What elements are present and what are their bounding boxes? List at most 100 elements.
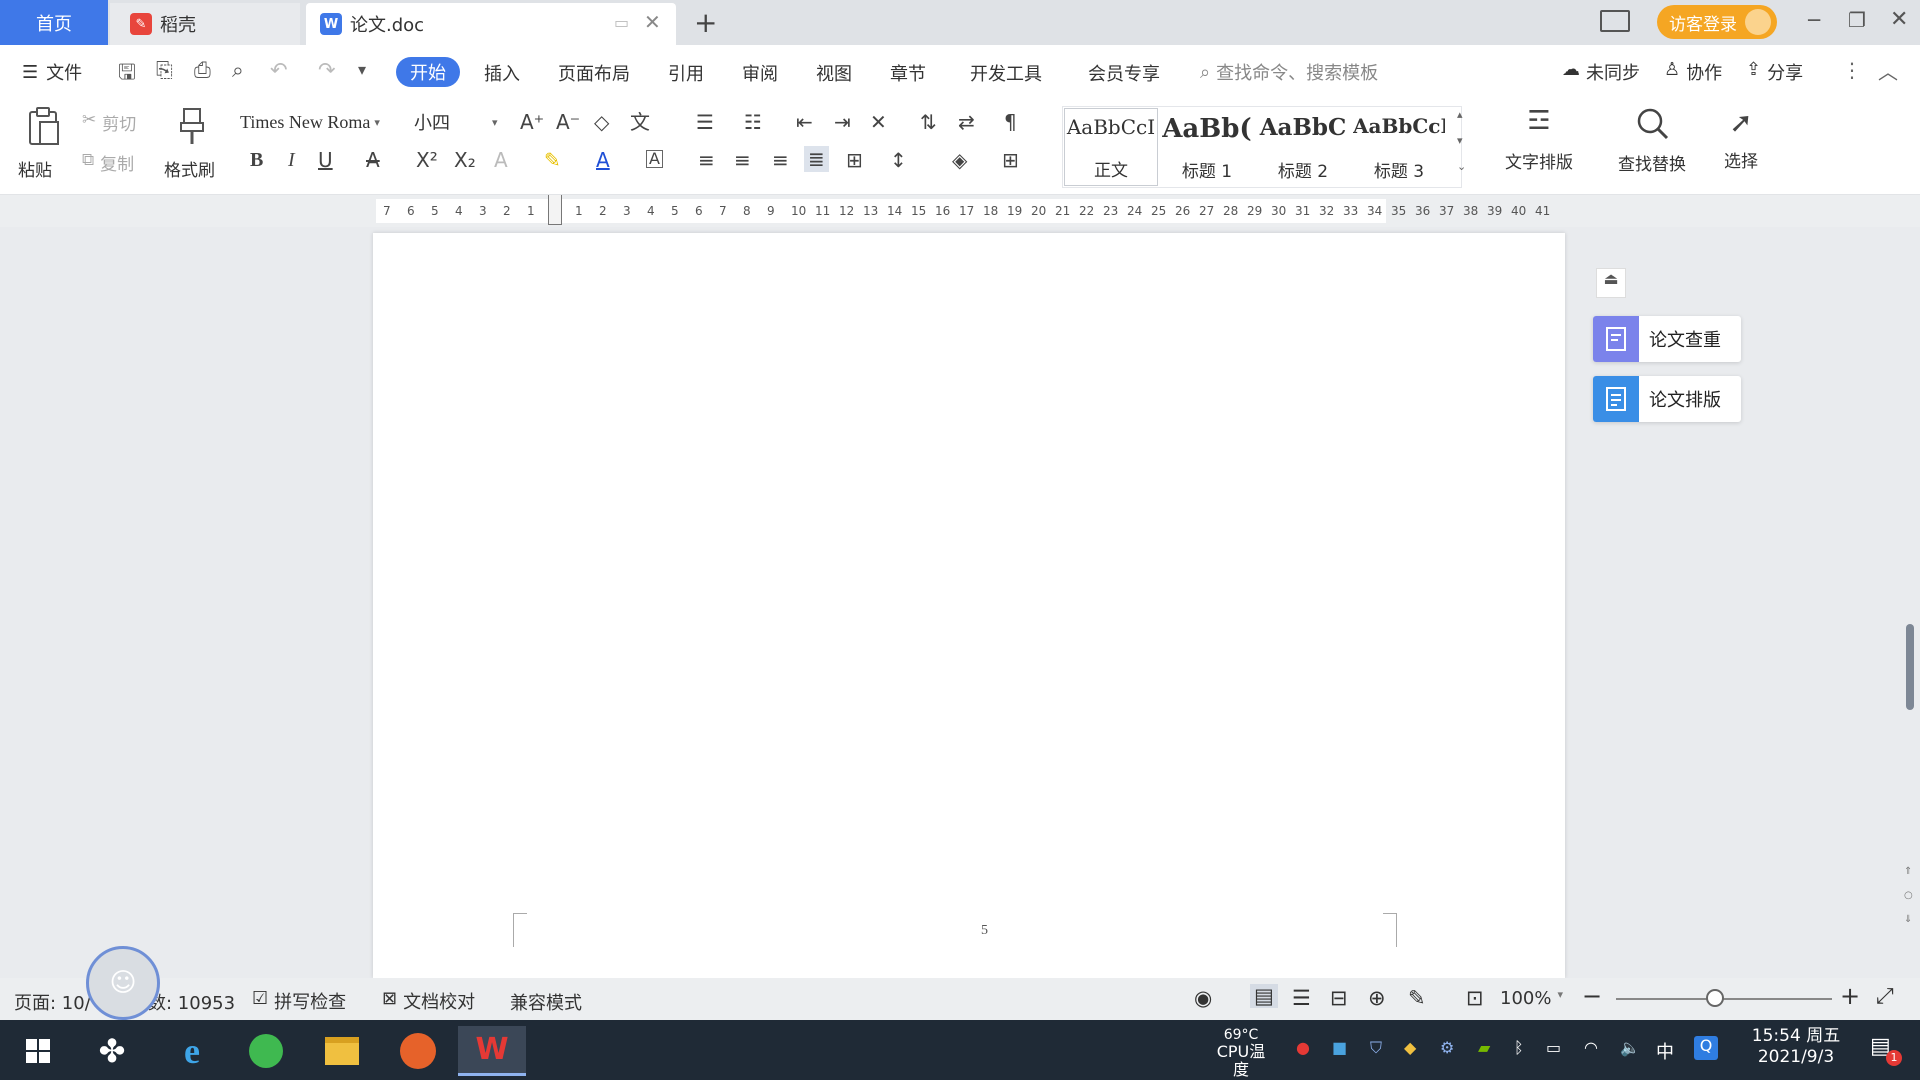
font-color-icon[interactable]: A [596,150,610,170]
shading-icon[interactable]: ◈ [952,150,967,170]
italic-icon[interactable]: I [288,150,295,170]
thesis-format-button[interactable]: 论文排版 [1593,376,1741,422]
web-view-icon[interactable]: ⊕ [1368,986,1386,1010]
numbered-list-icon[interactable]: ☷ [744,112,762,132]
text-layout-button[interactable]: ☲ 文字排版 [1494,106,1584,186]
style-heading-3[interactable]: AaBbCcI 标题 3 [1352,108,1446,186]
align-left-icon[interactable]: ≡ [698,150,715,170]
print-preview-icon[interactable]: ⌕ [232,58,244,83]
wifi-icon[interactable]: ◠ [1584,1038,1598,1057]
file-menu[interactable]: ☰ 文件 [22,59,82,85]
tray-settings-icon[interactable]: ⚙ [1440,1038,1454,1057]
battery-icon[interactable]: ▭ [1546,1038,1561,1057]
select-browse-icon[interactable]: ○ [1904,890,1913,901]
tab-home[interactable]: 首页 [0,0,108,45]
indent-marker-icon[interactable] [548,195,562,225]
tab-start[interactable]: 开始 [396,57,460,87]
align-center-icon[interactable]: ≡ [734,150,751,170]
bluetooth-icon[interactable]: ᛒ [1514,1038,1524,1057]
collab-button[interactable]: ♙ 协作 [1664,59,1722,85]
tray-antivirus-icon[interactable]: ● [1296,1038,1310,1057]
distributed-icon[interactable]: ⊞ [846,150,863,170]
horizontal-ruler[interactable]: 7 6 5 4 3 2 1 1 2 3 4 5 6 7 8 9 10 11 12 13 14 15 16 17 18 19 20 21… [0,195,1920,227]
line-spacing-icon[interactable]: ↕ [890,150,907,170]
sort-icon[interactable]: ⇅ [920,112,937,132]
style-heading-1[interactable]: AaBb( 标题 1 [1160,108,1254,186]
taskbar-app-ie[interactable]: e [158,1026,226,1076]
select-button[interactable]: ➚ 选择 [1706,106,1776,186]
font-size-select[interactable]: 小四 ▾ [414,108,510,136]
underline-icon[interactable]: U [318,150,333,170]
minimize-icon[interactable]: ─ [1808,8,1820,32]
bold-icon[interactable]: B [250,150,263,170]
style-heading-2[interactable]: AaBbC 标题 2 [1256,108,1350,186]
grow-font-icon[interactable]: A⁺ [520,112,544,132]
fit-page-icon[interactable]: ⊡ [1466,986,1484,1010]
fullscreen-icon[interactable]: ⤢ [1876,984,1894,1009]
next-page-icon[interactable]: ⇓ [1904,914,1912,925]
tab-review[interactable]: 审阅 [742,60,778,86]
save-icon[interactable]: 🖫 [118,58,136,93]
restore-icon[interactable]: ❐ [1848,8,1866,32]
command-search[interactable]: ⌕ 查找命令、搜索模板 [1200,59,1378,85]
tray-q-icon[interactable]: Q [1694,1036,1718,1060]
clear-format-icon[interactable]: ◇ [594,112,609,132]
clock[interactable]: 15:54 周五 2021/9/3 [1748,1026,1844,1069]
zoom-slider-thumb[interactable] [1706,989,1724,1007]
outline-view-icon[interactable]: ☰ [1292,986,1311,1010]
spell-check-button[interactable]: ☑ 拼写检查 [252,988,346,1014]
customize-chevron-icon[interactable]: ▾ [358,60,366,79]
page-info[interactable]: 页面: 10/ [14,989,91,1015]
copy-button[interactable]: ⧉ 复制 [82,150,134,175]
start-button[interactable] [4,1026,72,1076]
assistant-avatar[interactable]: ☺ [86,946,160,1020]
char-border-icon[interactable]: A [646,150,663,168]
cpu-temp-widget[interactable]: 69°C CPU温度 [1216,1027,1266,1079]
page-view-icon[interactable]: ▤ [1250,984,1278,1008]
more-icon[interactable]: ⋮ [1842,58,1862,82]
strikethrough-icon[interactable]: A [366,150,380,170]
tab-developer[interactable]: 开发工具 [970,60,1042,86]
login-button[interactable]: 访客登录 [1657,5,1777,39]
decrease-indent-icon[interactable]: ⇤ [796,112,813,132]
close-tab-icon[interactable]: ✕ [644,10,661,34]
print-icon[interactable]: ⎙ [194,58,211,83]
superscript-icon[interactable]: X² [416,150,438,170]
borders-icon[interactable]: ⊞ [1002,150,1019,170]
styles-scroll-down-icon[interactable]: ▾ [1457,134,1463,147]
styles-expand-icon[interactable]: ⌄ [1457,160,1466,173]
ime-indicator[interactable]: 中 [1656,1038,1674,1064]
format-painter-button[interactable]: 格式刷 [162,106,222,186]
document-page[interactable]: 5 [373,233,1565,978]
reading-view-icon[interactable]: ⊟ [1330,986,1348,1010]
tab-view[interactable]: 视图 [816,60,852,86]
tab-references[interactable]: 引用 [668,60,704,86]
justify-icon[interactable]: ≣ [804,146,829,172]
font-name-select[interactable]: Times New Roma ▾ [240,108,410,136]
prev-page-icon[interactable]: ⇑ [1904,866,1912,877]
tab-chapter[interactable]: 章节 [890,60,926,86]
eye-protect-icon[interactable]: ◉ [1194,986,1212,1010]
shrink-font-icon[interactable]: A⁻ [556,112,580,132]
tab-page-layout[interactable]: 页面布局 [558,60,630,86]
taskbar-app-explorer[interactable] [308,1026,376,1076]
taskbar-app-wps[interactable]: W [458,1026,526,1076]
undo-icon[interactable]: ↶ [270,58,288,82]
tray-app-icon[interactable]: ◆ [1404,1038,1416,1057]
sync-button[interactable]: ☁ 未同步 [1562,59,1640,85]
zoom-out-icon[interactable]: − [1582,982,1602,1010]
tab-insert[interactable]: 插入 [484,60,520,86]
increase-indent-icon[interactable]: ⇥ [834,112,851,132]
thesis-check-button[interactable]: 论文查重 [1593,316,1741,362]
taskbar-app-game[interactable] [384,1026,452,1076]
pin-window-icon[interactable]: ▭ [614,13,629,32]
collapse-ribbon-icon[interactable]: ︿ [1878,56,1898,85]
show-marks-icon[interactable]: ¶ [1004,112,1017,132]
zoom-slider-track[interactable] [1616,998,1832,1000]
doc-proof-button[interactable]: ⊠ 文档校对 [382,988,475,1014]
notification-center-icon[interactable]: ▤ 1 [1870,1034,1902,1066]
text-effect-icon[interactable]: A [494,150,508,170]
scrollbar-thumb[interactable] [1906,624,1914,710]
volume-icon[interactable]: 🔈 [1620,1038,1640,1057]
tab-document[interactable]: W 论文.doc ▭ ✕ [306,3,676,45]
